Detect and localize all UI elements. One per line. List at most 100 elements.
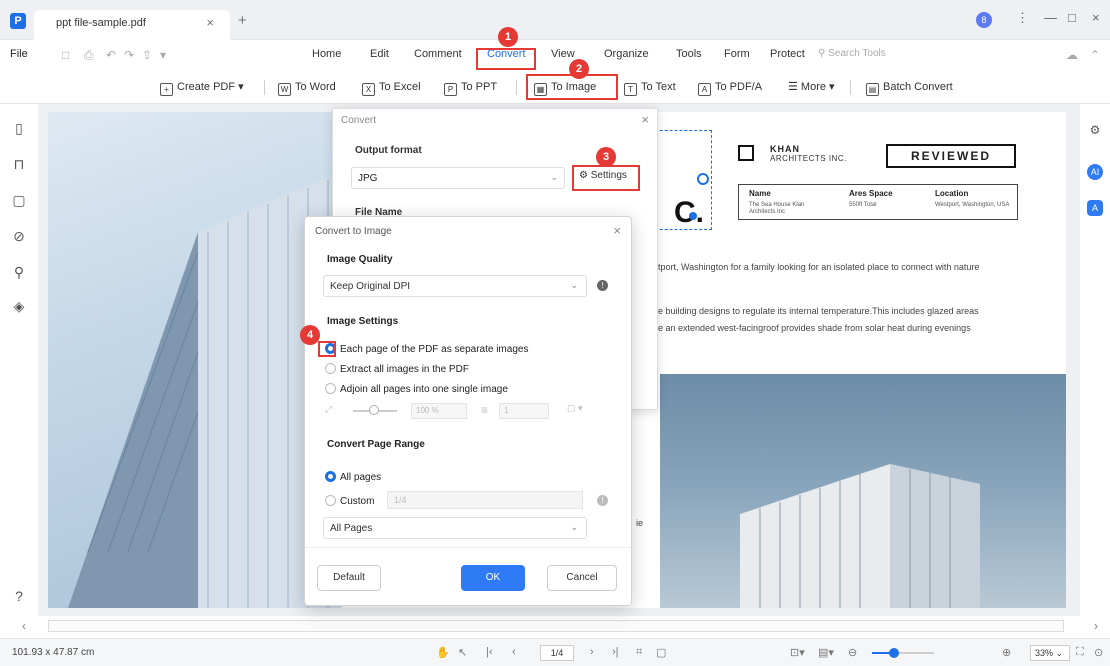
zoom-select[interactable]: 33% ⌄ [1030, 645, 1070, 661]
search-icon[interactable]: ⚲ [11, 264, 27, 280]
step-badge-1: 1 [498, 27, 518, 47]
scrollbar-track[interactable] [48, 620, 1064, 632]
cloud-icon[interactable]: ☁ [1066, 48, 1078, 62]
comment-icon[interactable]: ▢ [11, 192, 27, 208]
image-quality-select[interactable]: Keep Original DPI ⌄ [323, 275, 587, 297]
print-icon[interactable]: ⎙ [84, 48, 94, 63]
adjoin-options-row: ⤢ 100 % ≡ 1 ▢ ▾ [323, 403, 613, 419]
last-page-icon[interactable]: ›| [612, 646, 619, 658]
ok-button[interactable]: OK [461, 565, 525, 591]
output-format-select[interactable]: JPG ⌄ [351, 167, 565, 189]
page-layout-icon[interactable]: ⊡▾ [790, 646, 805, 659]
view-mode-icon[interactable]: ▤▾ [818, 646, 834, 659]
info-column: Location Westport, Washington, USA [935, 189, 1013, 209]
undo-icon[interactable]: ↶ [106, 48, 116, 62]
fullscreen-icon[interactable]: ⛶ [1076, 646, 1084, 659]
to-text-button[interactable]: T To Text [624, 78, 676, 96]
option-extract-images[interactable]: Extract all images in the PDF [325, 363, 469, 375]
page-thumbnail-icon[interactable]: ▯ [11, 120, 27, 136]
excel-icon: X [362, 83, 375, 96]
zoom-slider[interactable] [872, 648, 934, 658]
option-adjoin-pages[interactable]: Adjoin all pages into one single image [325, 383, 508, 395]
cancel-button[interactable]: Cancel [547, 565, 617, 591]
bookmark-icon[interactable]: ⊓ [11, 156, 27, 172]
properties-icon[interactable]: ⚙ [1087, 122, 1103, 138]
building-right-graphic [740, 464, 980, 608]
to-excel-button[interactable]: X To Excel [362, 78, 421, 96]
close-tab-icon[interactable]: × [206, 15, 214, 30]
convert-dialog-title: Convert [341, 115, 377, 126]
default-button[interactable]: Default [317, 565, 381, 591]
info-header: Name [749, 189, 771, 198]
layers-icon[interactable]: ◈ [11, 298, 27, 314]
collapse-ribbon-icon[interactable]: ⌃ [1090, 48, 1100, 62]
customize-icon[interactable]: ▾ [160, 48, 166, 62]
first-page-icon[interactable]: |‹ [486, 646, 493, 658]
scroll-right-icon[interactable]: › [1094, 619, 1098, 633]
menu-tools[interactable]: Tools [676, 48, 702, 60]
previous-page-icon[interactable]: ‹ [512, 646, 516, 658]
create-pdf-button[interactable]: + Create PDF ▾ [160, 78, 244, 96]
next-page-icon[interactable]: › [590, 646, 594, 658]
building-photo-right [660, 374, 1066, 608]
help-icon[interactable]: ! [597, 495, 608, 506]
select-tool-icon[interactable]: ↖ [458, 646, 467, 659]
horizontal-scrollbar[interactable]: ‹ › [0, 616, 1110, 638]
info-column: Ares Space 550ft Total [849, 189, 919, 209]
maximize-button[interactable]: □ [1068, 10, 1076, 25]
new-tab-icon[interactable]: + [238, 12, 247, 29]
option-separate-images[interactable]: Each page of the PDF as separate images [325, 343, 528, 355]
more-options-icon[interactable]: ⋮ [1016, 10, 1029, 26]
close-icon[interactable]: × [641, 112, 649, 127]
page-number-input[interactable]: 1/4 [540, 645, 574, 661]
zoom-out-icon[interactable]: ⊖ [848, 646, 857, 659]
new-document-icon[interactable]: □ [62, 48, 69, 62]
redo-icon[interactable]: ↷ [124, 48, 134, 62]
right-sidebar: ⚙ AI A [1080, 104, 1110, 616]
step-badge-4: 4 [300, 325, 320, 345]
close-icon[interactable]: × [613, 223, 621, 238]
menu-file[interactable]: File [10, 48, 28, 60]
range-custom[interactable]: Custom [325, 495, 374, 507]
attachment-icon[interactable]: ⊘ [11, 228, 27, 244]
to-ppt-button[interactable]: P To PPT [444, 78, 497, 96]
close-button[interactable]: × [1092, 10, 1100, 25]
help-icon[interactable]: ! [597, 280, 608, 291]
to-word-button[interactable]: W To Word [278, 78, 336, 96]
range-all-pages[interactable]: All pages [325, 471, 381, 483]
minimize-button[interactable]: — [1044, 10, 1057, 25]
to-pdfa-button[interactable]: A To PDF/A [698, 78, 762, 96]
document-tab[interactable]: ppt file-sample.pdf × [34, 10, 230, 40]
batch-convert-button[interactable]: ▤ Batch Convert [866, 78, 953, 96]
hand-tool-icon[interactable]: ✋ [436, 646, 450, 659]
menu-edit[interactable]: Edit [370, 48, 389, 60]
pages-subset-select[interactable]: All Pages ⌄ [323, 517, 587, 539]
ai-assistant-icon[interactable]: AI [1087, 164, 1103, 180]
fit-width-icon[interactable]: ⊙ [1094, 646, 1103, 659]
title-bar: P ppt file-sample.pdf × + 8 ⋮ — □ × [0, 0, 1110, 40]
zoom-slider-handle[interactable] [888, 648, 899, 658]
ai-translate-icon[interactable]: A [1087, 200, 1103, 216]
scroll-left-icon[interactable]: ‹ [22, 619, 26, 633]
resize-handle[interactable] [689, 212, 697, 220]
help-icon[interactable]: ? [11, 588, 27, 604]
zoom-in-icon[interactable]: ⊕ [1002, 646, 1011, 659]
border-icon: ▢ ▾ [567, 403, 583, 413]
menu-comment[interactable]: Comment [414, 48, 462, 60]
menu-form[interactable]: Form [724, 48, 750, 60]
company-name: KHAN [770, 144, 800, 154]
single-page-icon[interactable]: ▢ [656, 646, 666, 659]
to-ppt-label: To PPT [461, 81, 498, 93]
to-pdfa-label: To PDF/A [715, 81, 763, 93]
more-button[interactable]: ☰ More ▾ [788, 78, 835, 96]
search-tools-input[interactable]: ⚲ Search Tools [818, 48, 886, 59]
menu-protect[interactable]: Protect [770, 48, 805, 60]
resize-handle[interactable] [697, 173, 709, 185]
menu-home[interactable]: Home [312, 48, 341, 60]
menu-view[interactable]: View [551, 48, 575, 60]
custom-range-input[interactable]: 1/4 [387, 491, 583, 509]
avatar[interactable]: 8 [976, 12, 992, 28]
menu-organize[interactable]: Organize [604, 48, 649, 60]
share-icon[interactable]: ⇧ [142, 48, 152, 62]
fit-page-icon[interactable]: ⌗ [636, 646, 642, 659]
